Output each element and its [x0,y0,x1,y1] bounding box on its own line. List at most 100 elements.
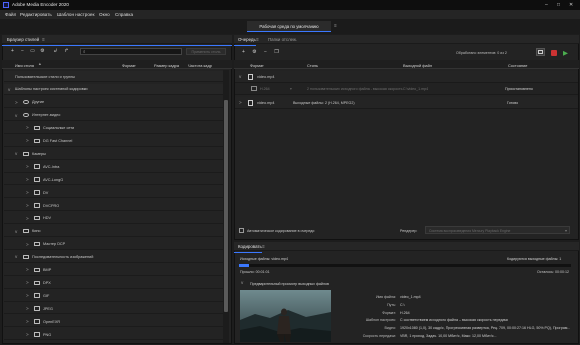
queue-item[interactable]: > video.mp4 Выходные файлы: 2 (H.264, MP… [235,97,578,109]
queue-menu-icon[interactable]: ≡ [256,37,259,42]
output-icon [251,86,257,91]
col-frame-size[interactable]: Размер кадра [154,63,179,68]
duplicate-icon[interactable]: ❐ [273,49,280,55]
chevron-down-icon[interactable]: v [15,113,17,118]
queue-item[interactable]: v video.mp4 [235,71,578,83]
preset-tree-row[interactable]: > JPEG [4,303,223,315]
chevron-down-icon[interactable]: v [15,151,17,156]
metadata-value: 1920x1080 (1,0), 30 кадр/с, Прогрессивна… [400,326,571,331]
output-preset[interactable]: 2 пользовательских исходного файла - выс… [307,87,403,91]
chevron-right-icon[interactable]: > [26,203,29,208]
menu-file[interactable]: Файл [5,12,16,17]
auto-encode-checkbox[interactable] [239,228,244,233]
chevron-right-icon[interactable]: > [239,100,242,105]
chevron-right-icon[interactable]: > [26,293,29,298]
metadata-row: Скорость передачи: VBR, 1 проход, Задач. … [336,334,576,341]
chevron-right-icon[interactable]: > [26,164,29,169]
chevron-right-icon[interactable]: > [26,267,29,272]
preset-tree-row[interactable]: v Шаблоны настроек системной кодировки [4,83,223,96]
col-queue-status[interactable]: Состояние [508,63,527,68]
preset-tree-row[interactable]: Пользовательские стили и группы [4,71,223,83]
minimize-icon[interactable]: – [545,2,548,8]
chevron-down-icon[interactable]: v [15,229,17,234]
chevron-right-icon[interactable]: > [26,306,29,311]
auto-encode-label: Автоматическое кодирование в очереди [247,228,315,233]
chevron-right-icon[interactable]: > [26,125,29,130]
output-format-dropdown-icon[interactable]: ▾ [290,87,292,91]
folder-icon [34,203,40,208]
chevron-right-icon[interactable]: > [26,177,29,182]
preset-tree-row[interactable]: > DV [4,187,223,199]
remove-preset-icon[interactable]: − [19,48,26,54]
preset-tree-row[interactable]: > DG Fast Channel [4,135,223,147]
metadata-key: Скорость передачи: [362,334,396,338]
preset-tree-row[interactable]: v Интернет-видео [4,109,223,121]
chevron-right-icon[interactable]: > [26,319,29,324]
preset-tree-row[interactable]: v Камеры [4,148,223,160]
preset-tree-row[interactable]: v Кино [4,225,223,238]
preset-tree-label: Пользовательские стили и группы [15,74,76,79]
col-format[interactable]: Формат [122,63,136,68]
tab-default-workspace[interactable]: Рабочая среда по умолчанию [247,21,331,32]
encoding-menu-icon[interactable]: ≡ [262,244,265,249]
chevron-down-icon[interactable]: v [15,254,17,259]
settings-icon[interactable]: ⚙ [251,49,258,55]
preset-tree-row[interactable]: > AVC-LongG [4,174,223,186]
chevron-down-icon[interactable]: v [239,74,241,79]
close-icon[interactable]: ✕ [569,2,573,8]
preset-tree-row[interactable]: > Мастер DCP [4,238,223,250]
preset-tree-row[interactable]: > BMP [4,264,223,276]
preset-settings-icon[interactable]: ⚙ [39,48,46,54]
new-group-icon[interactable]: ▭ [29,48,36,54]
preset-tree-row[interactable]: > DVCPRO [4,200,223,212]
preset-tree-row[interactable]: > HDV [4,212,223,225]
maximize-icon[interactable]: □ [557,2,560,8]
chevron-right-icon[interactable]: > [26,190,29,195]
queue-output-row[interactable]: H.264 ▾ 2 пользовательских исходного фай… [235,83,578,95]
output-format: H.264 [260,86,270,91]
export-preset-icon[interactable]: ↱ [63,48,70,54]
chevron-right-icon[interactable]: > [26,138,29,143]
add-source-icon[interactable]: + [240,49,247,55]
chevron-right-icon[interactable]: > [26,242,29,247]
chevron-right-icon[interactable]: > [26,332,29,337]
renderer-select[interactable]: Система воспроизведения Mercury Playback… [425,226,570,234]
preset-tree-row[interactable]: > AVC-Intra [4,161,223,173]
chevron-down-icon[interactable]: v [8,87,10,92]
output-path[interactable]: C:\video_1.mp4 [403,87,428,91]
workspace-menu-icon[interactable]: ≡ [334,23,337,28]
panel-menu-icon[interactable]: ≡ [42,37,45,42]
remaining-time: Осталось: 00:00:12 [537,270,569,274]
queue-status-count: Обработано элементов: 0 из 2 [456,50,507,55]
start-queue-icon[interactable]: ▶ [563,49,568,57]
chevron-down-icon[interactable]: v [241,280,243,285]
preset-tree-row[interactable]: > PNG [4,329,223,341]
col-frame-rate[interactable]: Частота кадр [188,63,212,68]
tab-queue[interactable]: Очередь [238,37,256,42]
stop-icon[interactable] [551,49,557,56]
col-queue-output[interactable]: Выходной файл [403,63,432,68]
tab-watch-folders[interactable]: Папки отслеж. [268,37,297,42]
chevron-right-icon[interactable]: > [26,216,29,221]
chevron-right-icon[interactable]: > [15,100,18,105]
preset-search-input[interactable]: ⌕ [80,48,182,55]
chevron-right-icon[interactable]: > [26,280,29,285]
remove-item-icon[interactable]: − [262,49,269,55]
col-queue-format[interactable]: Формат [250,63,264,68]
add-preset-icon[interactable]: + [9,48,16,54]
col-preset-name[interactable]: Имя стиля [15,63,34,68]
preset-tree-row[interactable]: > DPX [4,277,223,289]
import-preset-icon[interactable]: ↲ [52,48,59,54]
preset-tree-row[interactable]: > Социальные сети [4,122,223,134]
col-queue-preset[interactable]: Стиль [307,63,318,68]
preset-tree-row[interactable]: v Последовательность изображений [4,251,223,263]
preset-scrollbar-thumb[interactable] [224,100,228,312]
preset-tree-row[interactable]: > GIF [4,290,223,302]
menu-help[interactable]: Справка [115,12,133,17]
preset-tree-row[interactable]: > OpenEXR [4,316,223,328]
preset-tree-row[interactable]: > Другие [4,96,223,109]
menu-window[interactable]: Окно [99,12,110,17]
apply-preset-button[interactable]: Применить стиль [186,48,226,55]
menu-preset[interactable]: Шаблон настроек [57,12,94,17]
menu-edit[interactable]: Редактировать [20,12,52,17]
